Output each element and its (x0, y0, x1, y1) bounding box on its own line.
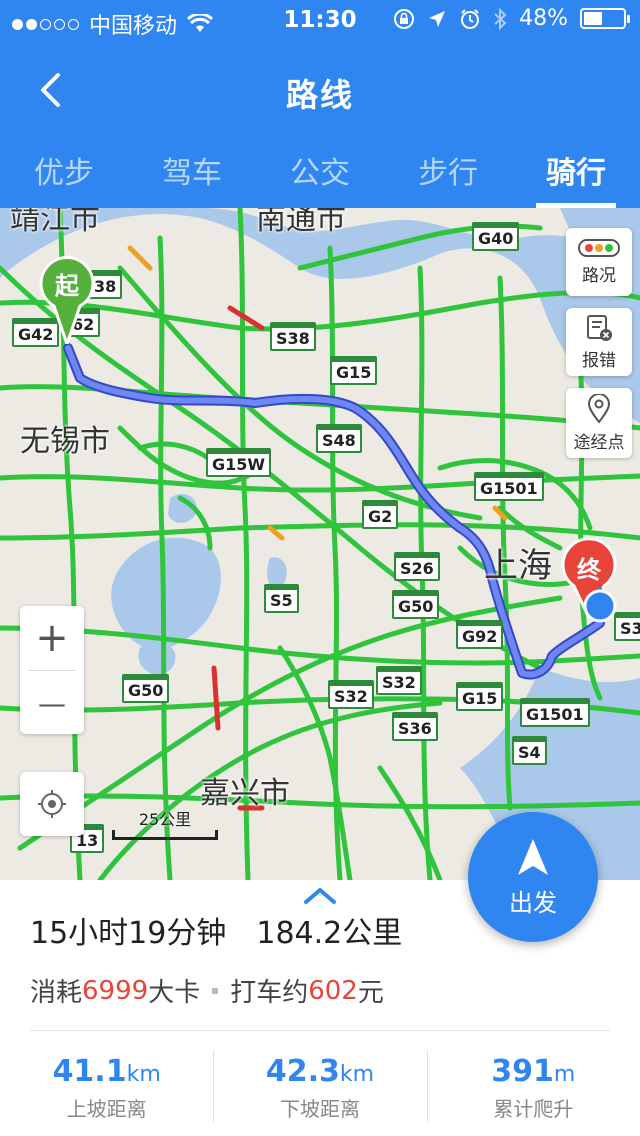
route-distance: 184.2公里 (256, 916, 403, 951)
city-label-shanghai: 上海 (484, 546, 552, 586)
route-details: 消耗 6999 大卡 打车约 602 元 (30, 972, 384, 1009)
current-location-icon (583, 586, 617, 623)
city-label-jingjiang: 靖江市 (10, 208, 100, 237)
downhill-label: 下坡距离 (279, 1097, 360, 1121)
tab-uber[interactable]: 优步 (0, 136, 128, 208)
tab-transit[interactable]: 公交 (256, 136, 384, 208)
separator-dot (212, 987, 219, 994)
calories-prefix: 消耗 (30, 978, 83, 1008)
traffic-light-icon (578, 238, 620, 257)
map-view[interactable]: 靖江市 南通市 无锡市 上海 嘉兴市 G40 G42 S38 G15 S48 G… (0, 208, 640, 880)
highway-shield: G15 (456, 682, 504, 711)
highway-shield: G92 (456, 620, 504, 649)
downhill-unit: km (339, 1062, 375, 1087)
highway-shield: G1501 (520, 698, 590, 727)
start-marker[interactable]: 起 (38, 254, 96, 349)
map-pin-icon (587, 393, 611, 424)
scale-bar (112, 830, 218, 840)
highway-shield: S4 (512, 736, 547, 765)
navigation-arrow-icon (518, 838, 548, 875)
report-icon (587, 314, 612, 341)
battery-percent: 48% (519, 6, 568, 31)
tab-cycling[interactable]: 骑行 (512, 136, 640, 208)
traffic-button[interactable]: 路况 (566, 228, 632, 296)
highway-shield: G2 (362, 500, 399, 529)
location-arrow-icon (429, 10, 446, 27)
route-summary[interactable]: 15小时19分钟 184.2公里 (30, 908, 402, 952)
city-label-wuxi: 无锡市 (20, 424, 110, 459)
scale-label: 25公里 (138, 810, 192, 829)
tab-drive[interactable]: 驾车 (128, 136, 256, 208)
highway-shield: S36 (392, 712, 438, 741)
highway-shield: S32 (376, 666, 422, 695)
highway-shield: G50 (122, 674, 170, 703)
end-pin-label: 终 (577, 556, 601, 584)
taxi-fare-value: 602 (308, 975, 358, 1006)
stat-total-climb: 391m 累计爬升 (426, 1040, 640, 1136)
highway-shield: S32 (328, 680, 374, 709)
chevron-up-icon[interactable] (300, 884, 340, 906)
uphill-unit: km (126, 1062, 161, 1087)
stat-uphill: 41.1km 上坡距离 (0, 1040, 213, 1136)
climb-label: 累计爬升 (493, 1097, 574, 1121)
map-scale: 25公里 (112, 806, 218, 840)
highway-shield: G1501 (474, 472, 544, 501)
battery-icon (580, 8, 630, 29)
alarm-icon (461, 8, 480, 29)
uphill-label: 上坡距离 (66, 1097, 147, 1121)
highway-shield: G15W (206, 448, 272, 477)
mode-tabs: 优步 驾车 公交 步行 骑行 (0, 136, 640, 208)
calories-unit: 大卡 (148, 978, 201, 1008)
zoom-out-button[interactable]: — (20, 671, 84, 735)
climb-value: 391 (491, 1054, 554, 1089)
elevation-stats: 41.1km 上坡距离 42.3km 下坡距离 391m 累计爬升 (0, 1040, 640, 1136)
highway-shield: G40 (472, 222, 520, 251)
highway-shield: G50 (392, 590, 440, 619)
report-label: 报错 (582, 350, 616, 371)
header: 中国移动 11:30 48% 路线 优步 驾车 公交 步行 骑行 (0, 0, 640, 208)
calories-value: 6999 (82, 975, 149, 1006)
tab-walk[interactable]: 步行 (384, 136, 512, 208)
route-duration: 15小时19分钟 (30, 916, 227, 951)
start-pin-label: 起 (55, 272, 79, 300)
bluetooth-icon (494, 7, 507, 30)
rotation-lock-icon (394, 8, 415, 29)
taxi-prefix: 打车约 (230, 978, 309, 1008)
start-navigation-label: 出发 (509, 888, 557, 917)
highway-shield: S26 (394, 552, 440, 581)
zoom-controls: + — (20, 606, 84, 734)
taxi-fare-unit: 元 (357, 978, 384, 1008)
waypoint-label: 途经点 (573, 432, 625, 453)
page-title: 路线 (285, 76, 354, 114)
highway-shield: S48 (316, 424, 362, 453)
waypoint-button[interactable]: 途经点 (566, 388, 632, 458)
start-navigation-button[interactable]: 出发 (468, 812, 598, 942)
highway-shield: S38 (270, 322, 316, 351)
city-label-nantong: 南通市 (256, 208, 346, 237)
highway-shield: S5 (264, 584, 299, 613)
downhill-value: 42.3 (265, 1054, 340, 1089)
crosshair-icon (38, 790, 66, 818)
uphill-value: 41.1 (52, 1054, 127, 1089)
zoom-in-button[interactable]: + (20, 606, 84, 670)
highway-shield: G15 (330, 356, 378, 385)
divider (30, 1030, 610, 1031)
locate-button[interactable] (20, 772, 84, 836)
traffic-label: 路况 (582, 265, 616, 286)
status-bar: 中国移动 11:30 48% (0, 0, 640, 40)
stat-downhill: 42.3km 下坡距离 (213, 1040, 426, 1136)
climb-unit: m (553, 1062, 576, 1087)
report-error-button[interactable]: 报错 (566, 308, 632, 376)
